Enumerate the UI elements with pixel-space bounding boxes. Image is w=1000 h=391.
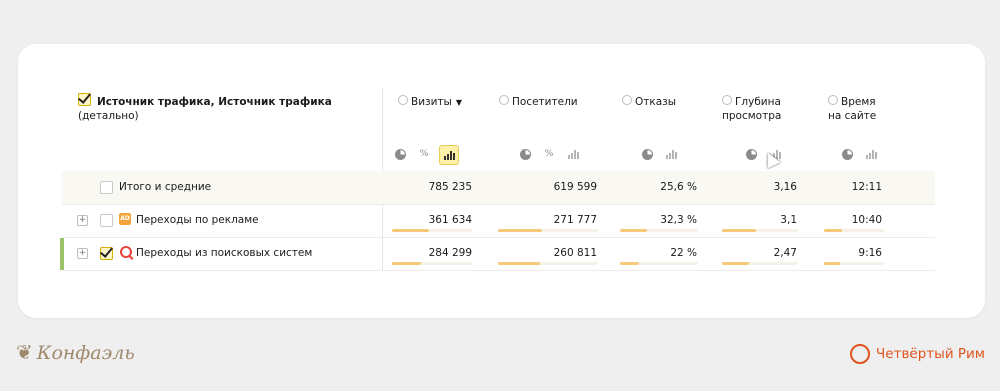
column-header-visits[interactable]: Визиты ▼	[398, 95, 462, 110]
cell-bounce: 25,6 %	[660, 181, 697, 193]
bar-chart-icon	[567, 149, 579, 159]
visitors-view-toolbar: %	[516, 145, 582, 165]
bar-view-button[interactable]	[439, 145, 459, 165]
bounce-view-toolbar	[638, 145, 680, 165]
phone-ring-icon	[850, 344, 871, 364]
clock-icon	[499, 95, 509, 105]
pie-view-button[interactable]	[742, 145, 760, 163]
bar-chart-icon	[443, 150, 455, 160]
dimension-checkbox[interactable]	[78, 93, 91, 106]
cell-time: 12:11	[851, 181, 882, 193]
bounce-bar	[620, 229, 648, 232]
sort-desc-icon[interactable]: ▼	[456, 98, 462, 107]
column-header-visitors[interactable]: Посетители	[499, 95, 578, 109]
column-header-bounce[interactable]: Отказы	[622, 95, 676, 109]
dimension-title[interactable]: Источник трафика, Источник трафика	[97, 95, 347, 109]
cell-bounce: 32,3 %	[660, 214, 697, 226]
pie-chart-icon	[519, 148, 531, 160]
cell-visits: 785 235	[428, 181, 472, 193]
row-divider	[62, 270, 935, 271]
column-header-depth[interactable]: Глубина просмотра	[722, 95, 781, 123]
expand-icon[interactable]: +	[77, 215, 88, 226]
cell-time: 10:40	[851, 214, 882, 226]
time-view-toolbar	[838, 145, 880, 165]
table-row[interactable]: + AD Переходы по рекламе 361 634 271 777…	[62, 204, 935, 237]
depth-bar	[722, 262, 750, 265]
pie-view-button[interactable]	[516, 145, 534, 163]
visits-bar	[392, 262, 421, 265]
pie-chart-icon	[841, 148, 853, 160]
row-label[interactable]: Переходы из поисковых систем	[136, 247, 312, 259]
row-label[interactable]: Переходы по рекламе	[136, 214, 259, 226]
row-checkbox[interactable]	[100, 247, 113, 260]
ornament-icon: ❦	[16, 340, 33, 364]
dimension-title-cont: (детально)	[78, 110, 139, 122]
visitors-bar	[498, 262, 540, 265]
bar-chart-icon	[665, 149, 677, 159]
cell-depth: 3,16	[773, 181, 797, 193]
visits-bar	[392, 229, 429, 232]
bar-chart-icon	[865, 149, 877, 159]
depth-bar	[722, 229, 757, 232]
visits-view-toolbar: %	[391, 145, 459, 165]
pie-chart-icon	[745, 148, 757, 160]
cell-depth: 2,47	[773, 247, 797, 259]
visitors-bar	[498, 229, 542, 232]
bounce-bar	[620, 262, 639, 265]
konfael-logo: ❦ Конфаэль	[16, 340, 135, 364]
expand-icon[interactable]: +	[77, 248, 88, 259]
cell-visitors: 260 811	[553, 247, 597, 259]
bar-view-button[interactable]	[862, 145, 880, 163]
pie-view-button[interactable]	[638, 145, 656, 163]
ad-badge-icon: AD	[119, 213, 131, 225]
cell-visits: 284 299	[428, 247, 472, 259]
clock-icon	[828, 95, 838, 105]
pie-view-button[interactable]	[391, 145, 409, 163]
table-row-total: Итого и средние 785 235 619 599 25,6 % 3…	[62, 171, 935, 204]
pie-chart-icon	[641, 148, 653, 160]
search-engine-icon	[120, 246, 132, 258]
percent-view-button[interactable]: %	[415, 145, 433, 163]
percent-view-button[interactable]: %	[540, 145, 558, 163]
cell-visits: 361 634	[428, 214, 472, 226]
row-label: Итого и средние	[119, 181, 212, 193]
clock-icon	[622, 95, 632, 105]
bar-view-button[interactable]	[564, 145, 582, 163]
time-bar	[824, 262, 840, 265]
cell-visitors: 619 599	[553, 181, 597, 193]
chetverty-rim-logo: Четвёртый Рим	[850, 344, 985, 364]
cell-depth: 3,1	[780, 214, 797, 226]
clock-icon	[722, 95, 732, 105]
table-row[interactable]: + Переходы из поисковых систем 284 299 2…	[62, 237, 935, 270]
cell-time: 9:16	[858, 247, 882, 259]
cell-visitors: 271 777	[553, 214, 597, 226]
row-checkbox[interactable]	[100, 214, 113, 227]
column-header-time[interactable]: Время на сайте	[828, 95, 876, 123]
bar-view-button[interactable]	[662, 145, 680, 163]
row-checkbox[interactable]	[100, 181, 113, 194]
clock-icon	[398, 95, 408, 105]
time-bar	[824, 229, 842, 232]
cell-bounce: 22 %	[670, 247, 697, 259]
pie-chart-icon	[394, 148, 406, 160]
pie-view-button[interactable]	[838, 145, 856, 163]
